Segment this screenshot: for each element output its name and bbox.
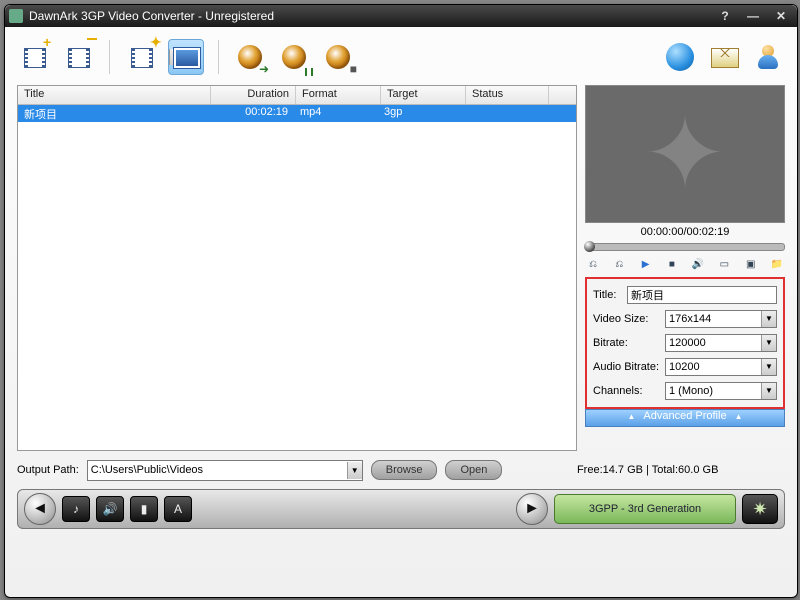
label-audio-bitrate: Audio Bitrate: [593,361,665,373]
preview-controls: ⎌ ⎌ ▶ ■ 🔊 ▭ ▣ 📁 [585,257,785,271]
file-list[interactable]: Title Duration Format Target Status 新项目 … [17,85,577,451]
disk-info: Free:14.7 GB | Total:60.0 GB [510,464,785,476]
timecode: 00:00:00/00:02:19 [585,223,785,241]
snapshot-icon[interactable]: ▣ [743,257,759,271]
pause-convert-button[interactable] [277,40,311,74]
convert-button[interactable]: ➜ [233,40,267,74]
output-row: Output Path: C:\Users\Public\Videos Brow… [17,459,785,481]
device-button[interactable]: ▮ [130,496,158,522]
col-title[interactable]: Title [18,86,211,104]
browse-button[interactable]: Browse [371,460,438,480]
cell-duration: 00:02:19 [210,105,294,122]
preview-panel: ✦ [585,85,785,223]
remove-file-button[interactable] [61,40,95,74]
col-duration[interactable]: Duration [211,86,296,104]
profile-button[interactable]: 3GPP - 3rd Generation [554,494,736,524]
label-bitrate: Bitrate: [593,337,665,349]
help-button[interactable]: ? [713,9,737,23]
audio-bitrate-select[interactable]: 10200 [665,358,777,376]
video-size-select[interactable]: 176x144 [665,310,777,328]
col-target[interactable]: Target [381,86,466,104]
cell-target: 3gp [378,105,462,122]
web-button[interactable] [663,40,697,74]
text-button[interactable]: A [164,496,192,522]
leaf-icon: ✦ [643,104,727,204]
window-title: DawnArk 3GP Video Converter - Unregister… [29,9,274,23]
bitrate-select[interactable]: 120000 [665,334,777,352]
add-file-button[interactable]: + [17,40,51,74]
aspect-icon[interactable]: ▭ [716,257,732,271]
output-path-label: Output Path: [17,464,79,476]
about-button[interactable] [751,40,785,74]
minimize-button[interactable]: — [741,9,765,23]
frames-button[interactable] [168,39,204,75]
toolbar: + ✦ ➜ ■ [17,33,785,81]
seek-handle[interactable] [584,241,595,252]
prev-frame-icon[interactable]: ⎌ [585,257,601,271]
volume-icon[interactable]: 🔊 [690,257,706,271]
separator [218,40,219,74]
properties-panel: Title: Video Size: 176x144 Bitrate: 1200… [585,277,785,409]
list-header: Title Duration Format Target Status [18,86,576,105]
close-button[interactable]: ✕ [769,9,793,23]
app-window: DawnArk 3GP Video Converter - Unregister… [4,4,798,598]
cell-title: 新项目 [18,105,210,122]
cell-status [462,105,544,122]
col-status[interactable]: Status [466,86,549,104]
forward-button[interactable]: ► [516,493,548,525]
folder-icon[interactable]: 📁 [769,257,785,271]
label-channels: Channels: [593,385,665,397]
seek-bar[interactable] [585,243,785,251]
back-button[interactable]: ◄ [24,493,56,525]
list-row[interactable]: 新项目 00:02:19 mp4 3gp [18,105,576,122]
title-input[interactable] [627,286,777,304]
add-clip-button[interactable]: ✦ [124,40,158,74]
audio-button[interactable]: ♪ [62,496,90,522]
advanced-profile-button[interactable]: Advanced Profile [585,409,785,427]
titlebar: DawnArk 3GP Video Converter - Unregister… [5,5,797,27]
output-path-select[interactable]: C:\Users\Public\Videos [87,460,363,481]
col-format[interactable]: Format [296,86,381,104]
cell-format: mp4 [294,105,378,122]
app-icon [9,9,23,23]
stop-convert-button[interactable]: ■ [321,40,355,74]
stop-icon[interactable]: ■ [664,257,680,271]
sound-button[interactable]: 🔊 [96,496,124,522]
channels-select[interactable]: 1 (Mono) [665,382,777,400]
start-button[interactable]: ✷ [742,494,778,524]
register-button[interactable] [707,40,741,74]
bottom-bar: ◄ ♪ 🔊 ▮ A ► 3GPP - 3rd Generation ✷ [17,489,785,529]
label-video-size: Video Size: [593,313,665,325]
label-title: Title: [593,289,627,301]
open-button[interactable]: Open [445,460,502,480]
play-icon[interactable]: ▶ [638,257,654,271]
separator [109,40,110,74]
next-frame-icon[interactable]: ⎌ [611,257,627,271]
